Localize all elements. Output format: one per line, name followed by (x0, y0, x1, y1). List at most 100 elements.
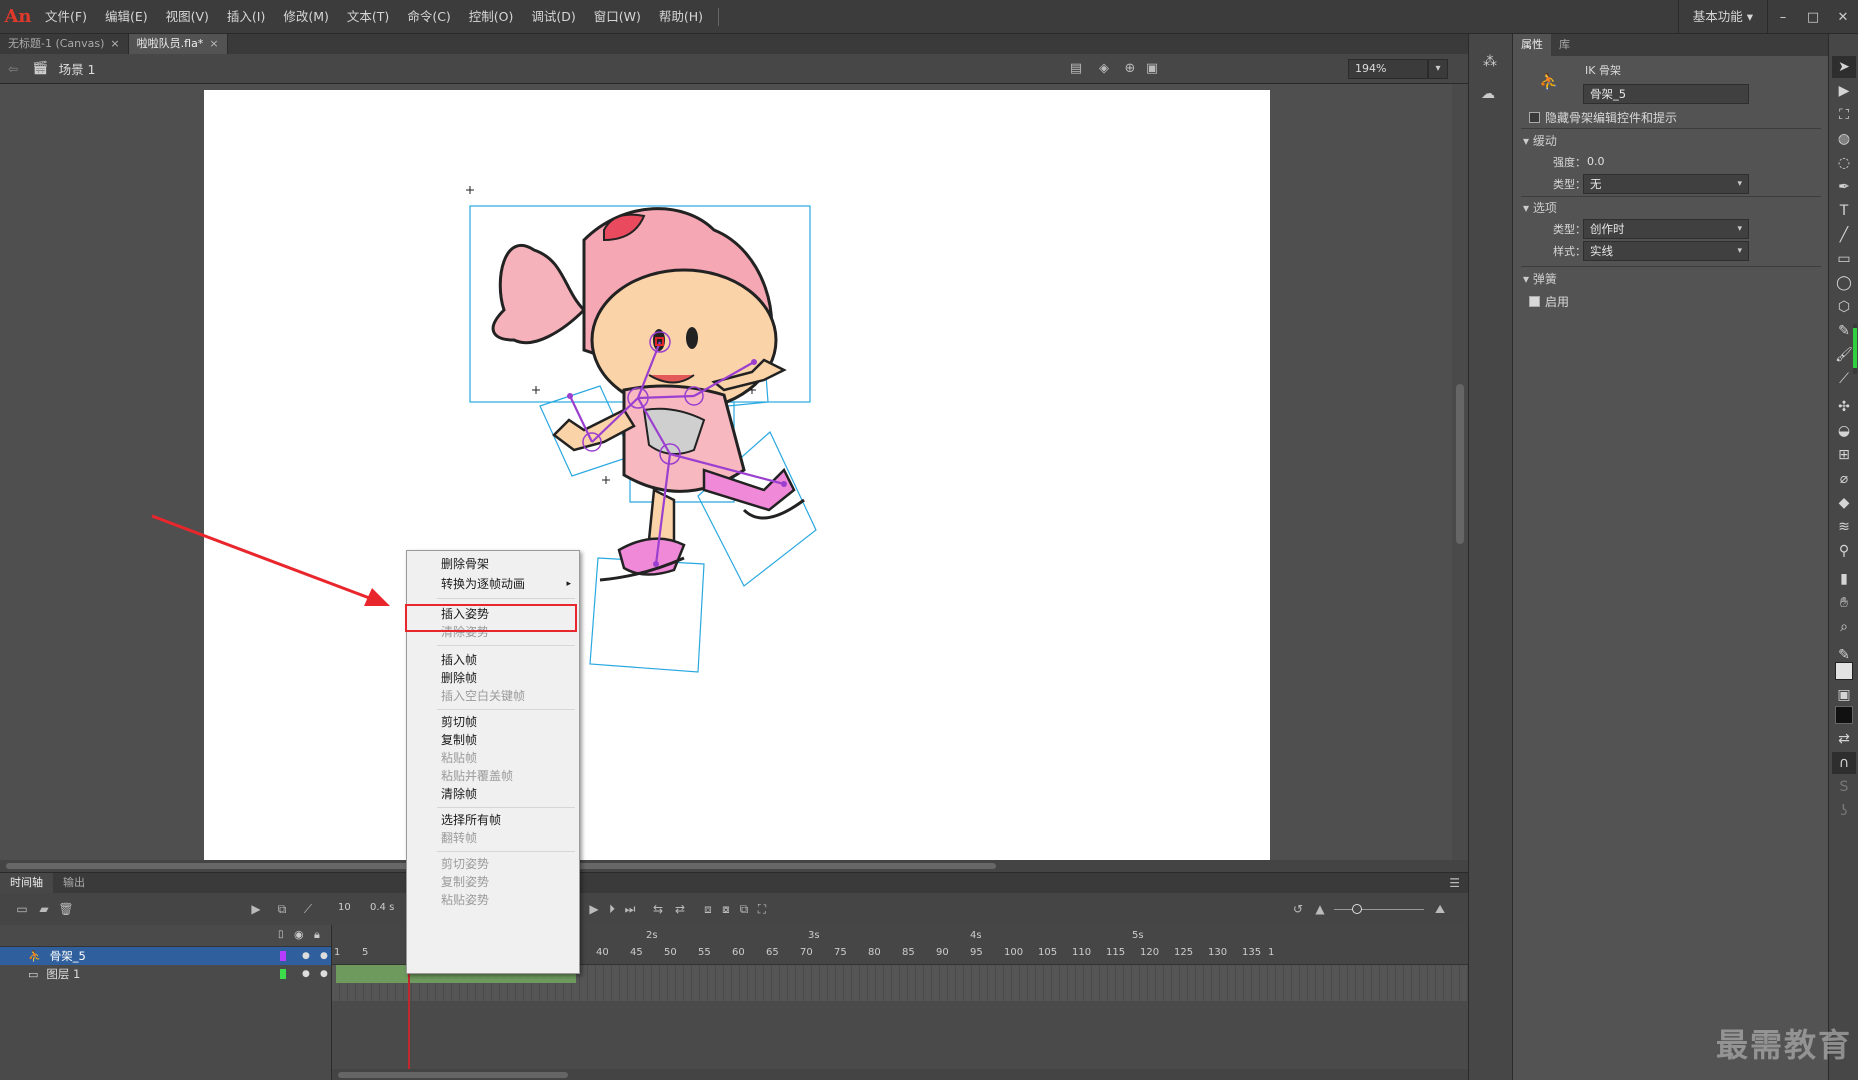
panel-menu-icon[interactable]: ☰ (1449, 876, 1460, 890)
stage-canvas[interactable] (204, 90, 1270, 860)
lasso-tool-icon[interactable]: ◌ (1832, 152, 1856, 174)
close-icon[interactable]: × (110, 37, 119, 50)
graph-icon[interactable]: ⟋ (300, 901, 316, 917)
zoom-dropdown[interactable]: ▾ (1428, 59, 1448, 79)
menu-control[interactable]: 控制(O) (460, 0, 523, 34)
time-field[interactable]: 0.4 s (370, 902, 394, 913)
smooth-icon[interactable]: S (1832, 776, 1856, 798)
fit-icon[interactable]: ↺ (1290, 901, 1306, 917)
edit-scene-icon[interactable]: ▤ (1068, 62, 1084, 76)
section-easing[interactable]: ▾ 缓动 (1523, 132, 1557, 149)
straighten-icon[interactable]: ʖ (1832, 800, 1856, 822)
scrollbar-thumb[interactable] (1456, 384, 1464, 544)
easing-type-select[interactable]: 无 ▾ (1583, 174, 1749, 194)
section-options[interactable]: ▾ 选项 (1523, 199, 1557, 216)
options-type-select[interactable]: 创作时 ▾ (1583, 219, 1749, 239)
oval-tool-icon[interactable]: ◯ (1832, 272, 1856, 294)
menu-debug[interactable]: 调试(D) (522, 0, 584, 34)
ink-bottle-tool-icon[interactable]: ⊞ (1832, 444, 1856, 466)
enable-spring-checkbox[interactable] (1529, 296, 1540, 307)
cc-libraries-icon[interactable]: ☁ (1481, 86, 1495, 102)
center-stage-icon[interactable]: ⊕ (1122, 62, 1138, 76)
tab-output[interactable]: 输出 (53, 873, 95, 893)
selection-tool-icon[interactable]: ➤ (1832, 56, 1856, 78)
clip-stage-icon[interactable]: ▣ (1144, 62, 1160, 76)
play-icon[interactable]: ▶ (586, 901, 602, 917)
onion-skin-icon[interactable]: ⧈ (700, 901, 716, 917)
rectangle-tool-icon[interactable]: ▭ (1832, 248, 1856, 270)
stage-vertical-scrollbar[interactable] (1452, 84, 1468, 860)
layer-depth-icon[interactable]: ⧉ (274, 901, 290, 917)
new-folder-icon[interactable]: ▰ (36, 901, 52, 917)
visibility-dot[interactable]: ● (302, 951, 310, 961)
pen-tool-icon[interactable]: ✒ (1832, 176, 1856, 198)
doc-tab-cheerleader[interactable]: 啦啦队员.fla* × (128, 34, 228, 54)
3d-rotation-tool-icon[interactable]: ◍ (1832, 128, 1856, 150)
back-arrow-icon[interactable]: ⇦ (8, 62, 18, 76)
menu-commands[interactable]: 命令(C) (398, 0, 459, 34)
delete-layer-icon[interactable]: 🗑︎ (58, 901, 74, 917)
tab-properties[interactable]: 属性 (1513, 34, 1551, 56)
motion-presets-icon[interactable]: ⁂ (1483, 54, 1497, 70)
tab-library[interactable]: 库 (1551, 34, 1578, 56)
subselection-tool-icon[interactable]: ▶ (1832, 80, 1856, 102)
hide-controls-checkbox[interactable] (1529, 112, 1540, 123)
workspace-switcher[interactable]: 基本功能 ▾ (1677, 0, 1768, 34)
menu-modify[interactable]: 修改(M) (274, 0, 338, 34)
text-tool-icon[interactable]: T (1832, 200, 1856, 222)
stage-horizontal-scrollbar[interactable] (0, 860, 1468, 872)
edit-multiple-frames-icon[interactable]: ⧉ (736, 901, 752, 917)
layer-row-layer1[interactable]: ▭ 图层 1 ● ● (0, 965, 331, 983)
frame-zoom-slider[interactable] (1334, 909, 1424, 910)
layer-name[interactable]: 骨架_5 (50, 948, 86, 964)
layer-row-armature[interactable]: ⛹ 骨架_5 ● ● (0, 947, 331, 965)
lock-icon[interactable]: 🔒︎ (314, 928, 320, 942)
modify-markers-icon[interactable]: ⛶ (754, 901, 770, 917)
menu-item-clear-frames[interactable]: 清除帧 (407, 783, 579, 805)
zoom-tool-icon[interactable]: ⌕ (1832, 616, 1856, 638)
timeline-horizontal-scrollbar[interactable] (332, 1069, 1468, 1080)
menu-file[interactable]: 文件(F) (36, 0, 96, 34)
free-transform-tool-icon[interactable]: ⛶ (1832, 104, 1856, 126)
menu-item-convert-to-frame-by-frame[interactable]: 转换为逐帧动画 ▸ (407, 573, 579, 595)
frame-row-layer1[interactable] (332, 983, 1468, 1001)
menu-window[interactable]: 窗口(W) (585, 0, 650, 34)
line-tool-icon[interactable]: ╱ (1832, 224, 1856, 246)
menu-text[interactable]: 文本(T) (338, 0, 398, 34)
scrollbar-thumb[interactable] (338, 1072, 568, 1078)
eyedropper-tool-icon[interactable]: ⌀ (1832, 468, 1856, 490)
menu-view[interactable]: 视图(V) (157, 0, 218, 34)
visibility-dot[interactable]: ● (302, 969, 310, 979)
bone-tool-icon[interactable]: ✣ (1832, 396, 1856, 418)
minimize-button[interactable]: – (1768, 0, 1798, 34)
pin-tool-icon[interactable]: ⚲ (1832, 540, 1856, 562)
zoom-field[interactable]: 194% (1348, 59, 1428, 79)
width-tool-icon[interactable]: ≋ (1832, 516, 1856, 538)
tools-scrollbar[interactable] (1853, 324, 1857, 374)
instance-name-input[interactable]: 骨架_5 (1583, 84, 1749, 104)
outline-toggle-icon[interactable]: ▯ (278, 929, 284, 940)
camera-tool-icon[interactable]: ▮ (1832, 568, 1856, 590)
doc-tab-untitled[interactable]: 无标题-1 (Canvas) × (0, 34, 129, 54)
hand-tool-icon[interactable]: ✋︎ (1832, 592, 1856, 614)
fps-field[interactable]: 10 (338, 902, 351, 913)
fill-color-icon[interactable]: ▣ (1832, 684, 1856, 706)
lock-dot[interactable]: ● (320, 951, 328, 961)
center-frame-icon[interactable]: ⇄ (672, 901, 688, 917)
layer-color-swatch[interactable] (280, 969, 286, 979)
go-to-end-icon[interactable]: ⏭ (622, 901, 638, 917)
eye-icon[interactable]: ◉ (294, 928, 304, 941)
style-select[interactable]: 实线 ▾ (1583, 241, 1749, 261)
menu-help[interactable]: 帮助(H) (650, 0, 712, 34)
section-spring[interactable]: ▾ 弹簧 (1523, 270, 1557, 287)
tab-timeline[interactable]: 时间轴 (0, 873, 53, 893)
lock-dot[interactable]: ● (320, 969, 328, 979)
layer-color-swatch[interactable] (280, 951, 286, 961)
paint-bucket-tool-icon[interactable]: ◒ (1832, 420, 1856, 442)
zoom-out-icon[interactable]: ▲ (1312, 901, 1328, 917)
camera-icon[interactable]: ▶︎ (248, 901, 264, 917)
maximize-button[interactable]: □ (1798, 0, 1828, 34)
edit-symbol-icon[interactable]: ◈ (1096, 62, 1112, 76)
snap-icon[interactable]: ∩ (1832, 752, 1856, 774)
menu-insert[interactable]: 插入(I) (218, 0, 274, 34)
